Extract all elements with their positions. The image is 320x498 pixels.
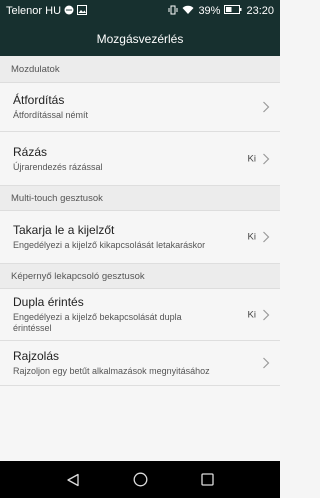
setting-subtitle: Engedélyezi a kijelző kikapcsolását leta… <box>13 240 206 250</box>
back-icon[interactable] <box>66 473 80 487</box>
app-bar: Mozgásvezérlés <box>0 22 280 56</box>
battery-icon <box>224 5 242 17</box>
setting-value: Ki <box>247 231 256 243</box>
image-icon <box>77 4 88 18</box>
chevron-right-icon <box>263 153 270 164</box>
setting-value: Ki <box>247 153 256 164</box>
chevron-right-icon <box>263 231 270 243</box>
setting-item-takarja-le[interactable]: Takarja le a kijelzőt Engedélyezi a kije… <box>0 211 280 264</box>
setting-item-razas[interactable]: Rázás Újrarendezés rázással Ki <box>0 132 280 186</box>
section-header-label: Képernyő lekapcsoló gesztusok <box>11 270 145 282</box>
section-header-label: Multi-touch gesztusok <box>11 192 103 204</box>
page-title: Mozgásvezérlés <box>96 32 184 46</box>
chat-icon <box>64 5 74 18</box>
recents-icon[interactable] <box>200 473 214 486</box>
setting-subtitle: Engedélyezi a kijelző bekapcsolását dupl… <box>13 312 182 333</box>
setting-item-rajzolas[interactable]: Rajzolás Rajzoljon egy betűt alkalmazáso… <box>0 341 280 386</box>
setting-subtitle: Újrarendezés rázással <box>13 161 103 172</box>
home-icon[interactable] <box>133 472 148 487</box>
wifi-icon <box>182 5 194 18</box>
setting-value: Ki <box>247 309 256 320</box>
navigation-bar <box>0 461 280 498</box>
setting-title: Takarja le a kijelzőt <box>13 223 115 237</box>
setting-title: Rajzolás <box>13 349 60 363</box>
setting-subtitle: Rajzoljon egy betűt alkalmazások megnyit… <box>13 366 210 376</box>
section-header-label: Mozdulatok <box>11 63 60 75</box>
clock: 23:20 <box>246 5 274 17</box>
settings-list: Mozdulatok Átfordítás Átfordítással némí… <box>0 56 280 461</box>
setting-item-atforditas[interactable]: Átfordítás Átfordítással némít <box>0 83 280 132</box>
chevron-right-icon <box>263 309 270 320</box>
status-bar: Telenor HU 39% 23:20 <box>0 0 280 22</box>
setting-subtitle: Átfordítással némít <box>13 110 89 120</box>
chevron-right-icon <box>263 357 270 369</box>
battery-percent: 39% <box>198 5 221 17</box>
setting-item-dupla-erintes[interactable]: Dupla érintés Engedélyezi a kijelző beka… <box>0 289 280 341</box>
vibrate-icon <box>168 5 178 18</box>
setting-title: Dupla érintés <box>13 295 84 309</box>
section-header-kepernyo: Képernyő lekapcsoló gesztusok <box>0 264 280 289</box>
setting-title: Rázás <box>13 144 48 159</box>
section-header-multitouch: Multi-touch gesztusok <box>0 186 280 211</box>
carrier-name: Telenor HU <box>6 5 62 17</box>
chevron-right-icon <box>263 101 270 113</box>
section-header-mozdulatok: Mozdulatok <box>0 56 280 83</box>
setting-title: Átfordítás <box>13 93 65 107</box>
